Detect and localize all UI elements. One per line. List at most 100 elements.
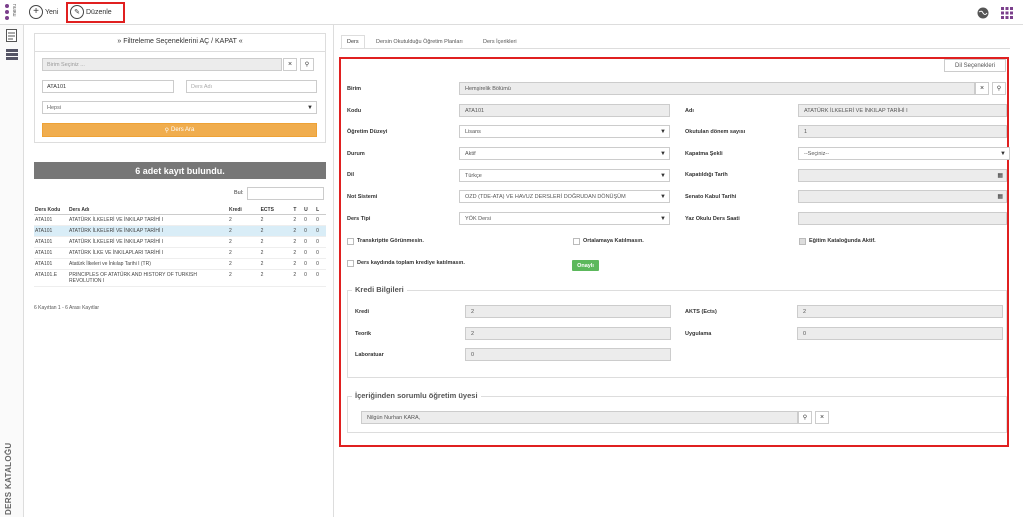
calendar-icon[interactable]: ▦ (997, 172, 1003, 179)
top-bar: menu + Yeni ✎ Düzenle (0, 0, 1023, 25)
lab-field[interactable]: 0 (465, 348, 671, 361)
course-code-input[interactable]: ATA101 (42, 80, 174, 93)
apps-grid-icon[interactable] (1001, 7, 1013, 19)
table-cell: 0 (303, 247, 316, 259)
responsible-clear-button[interactable]: × (815, 411, 829, 424)
table-cell: 2 (292, 269, 304, 287)
caret-down-icon: ▼ (660, 128, 666, 135)
kodu-field[interactable]: ATA101 (459, 104, 670, 117)
new-button[interactable]: + Yeni (29, 3, 58, 21)
kredi-field[interactable]: 2 (465, 305, 671, 318)
caret-down-icon: ▼ (660, 193, 666, 200)
caret-down-icon: ▼ (660, 215, 666, 222)
col-t[interactable]: T (292, 206, 304, 215)
col-code[interactable]: Ders Kodu (34, 206, 68, 215)
status-filter-select[interactable]: Hepsi ▼ (42, 101, 317, 114)
col-name[interactable]: Ders Adı (68, 206, 228, 215)
dil-value: Türkçe (465, 172, 482, 179)
table-cell: ATATÜRK İLKELERİ VE İNKILAP TARİHİ I (68, 225, 228, 237)
responsible-search-button[interactable]: ⚲ (798, 411, 812, 424)
tab-ders-icerikleri[interactable]: Ders İçerikleri (478, 35, 522, 49)
search-icon: ⚲ (164, 127, 170, 134)
table-cell: 2 (292, 214, 304, 226)
birim-field[interactable]: Hemşirelik Bölümü (459, 82, 975, 95)
pane-divider (333, 25, 334, 517)
table-cell: ATA101 (34, 214, 68, 226)
find-input[interactable] (247, 187, 324, 200)
birim-clear-button[interactable]: × (975, 82, 989, 95)
tab-ders[interactable]: Ders (341, 35, 365, 49)
table-cell: 0 (303, 258, 316, 270)
tipi-select[interactable]: YÖK Dersi ▼ (459, 212, 670, 225)
col-l[interactable]: L (315, 206, 326, 215)
menu-label: menu (12, 4, 18, 17)
col-u[interactable]: U (303, 206, 316, 215)
ogretim-select[interactable]: Lisans ▼ (459, 125, 670, 138)
akts-field[interactable]: 2 (797, 305, 1003, 318)
col-ects[interactable]: ECTS (259, 206, 293, 215)
globe-icon[interactable] (977, 7, 989, 19)
unit-search-button[interactable]: ⚲ (300, 58, 314, 71)
table-row[interactable]: ATA101 ATATÜRK İLKE VE İNKILAPLARI TARİHİ… (34, 247, 326, 259)
yaz-field[interactable] (798, 212, 1007, 225)
kapatildigi-date-field[interactable]: ▦ (798, 169, 1007, 182)
credit-section-title: Kredi Bilgileri (352, 285, 407, 294)
search-course-button[interactable]: ⚲ Ders Ara (42, 123, 317, 137)
calendar-icon[interactable]: ▦ (997, 193, 1003, 200)
status-filter-value: Hepsi (47, 104, 62, 111)
table-cell: ATATÜRK İLKELERİ VE İNKILAP TARİHİ I (68, 214, 228, 226)
unit-clear-button[interactable]: × (283, 58, 297, 71)
table-cell: 2 (228, 236, 260, 248)
caret-down-icon: ▼ (307, 104, 313, 111)
ortalama-checkbox[interactable] (573, 238, 580, 245)
table-cell: 2 (228, 225, 260, 237)
menu-button[interactable]: menu (4, 2, 22, 23)
dil-label: Dil (347, 172, 355, 178)
filter-toggle-header[interactable]: » Filtreleme Seçeneklerini AÇ / KAPAT « (35, 38, 325, 45)
katalog-label: Eğitim Kataloğunda Aktif. (809, 238, 876, 244)
course-name-input[interactable]: Ders Adı (186, 80, 317, 93)
adi-label: Adı (685, 108, 694, 114)
table-cell: ATA101 (34, 225, 68, 237)
list-icon[interactable] (6, 49, 18, 60)
dil-select[interactable]: Türkçe ▼ (459, 169, 670, 182)
table-cell: 0 (315, 214, 326, 226)
tab-underline (340, 48, 1010, 49)
table-row[interactable]: ATA101 ATATÜRK İLKELERİ VE İNKILAP TARİHİ… (34, 225, 326, 237)
language-options-button[interactable]: Dil Seçenekleri (944, 59, 1006, 72)
transkript-checkbox[interactable] (347, 238, 354, 245)
teorik-field[interactable]: 2 (465, 327, 671, 340)
document-icon[interactable] (6, 29, 17, 42)
uygulama-field[interactable]: 0 (797, 327, 1003, 340)
caret-down-icon: ▼ (660, 172, 666, 179)
ogretim-value: Lisans (465, 128, 481, 135)
table-row[interactable]: ATA101 ATATÜRK İLKELERİ VE İNKILAP TARİHİ… (34, 214, 326, 226)
table-row[interactable]: ATA101 ATATÜRK İLKELERİ VE İNKILAP TARİHİ… (34, 236, 326, 248)
kredi-katilmasin-checkbox[interactable] (347, 260, 354, 267)
not-label: Not Sistemi (347, 194, 378, 200)
birim-search-button[interactable]: ⚲ (992, 82, 1006, 95)
unit-select[interactable]: Birim Seçiniz ... (42, 58, 282, 71)
approved-badge: Onaylı (572, 260, 599, 271)
katalog-checkbox[interactable] (799, 238, 806, 245)
table-cell: 2 (228, 258, 260, 270)
kapatma-select[interactable]: --Seçiniz-- ▼ (798, 147, 1010, 160)
table-cell: ATATÜRK İLKELERİ VE İNKILAP TARİHİ I (68, 236, 228, 248)
yaz-label: Yaz Okulu Ders Saati (685, 216, 740, 222)
table-cell: 0 (303, 236, 316, 248)
table-cell: 0 (315, 258, 326, 270)
tab-ogretim-planlari[interactable]: Dersin Okutulduğu Öğretim Planları (371, 35, 468, 49)
table-cell: 2 (228, 269, 260, 287)
not-select[interactable]: OZD (TDE-ATA) VE HAVUZ DERSLERİ DOĞRUDAN… (459, 190, 670, 203)
table-row[interactable]: ATA101.E PRINCIPLES OF ATATÜRK AND HISTOR… (34, 269, 326, 287)
senato-date-field[interactable]: ▦ (798, 190, 1007, 203)
donem-field[interactable]: 1 (798, 125, 1007, 138)
responsible-field[interactable]: Nilgün Nurhan KARA, (361, 411, 798, 424)
table-cell: 2 (259, 258, 293, 270)
senato-label: Senato Kabul Tarihi (685, 194, 737, 200)
table-row[interactable]: ATA101 Atatürk İlkeleri ve İnkılap Tarihi… (34, 258, 326, 270)
col-credit[interactable]: Kredi (228, 206, 260, 215)
durum-select[interactable]: Aktif ▼ (459, 147, 670, 160)
adi-field[interactable]: ATATÜRK İLKELERİ VE İNKILAP TARİHİ I (798, 104, 1007, 117)
durum-label: Durum (347, 151, 365, 157)
